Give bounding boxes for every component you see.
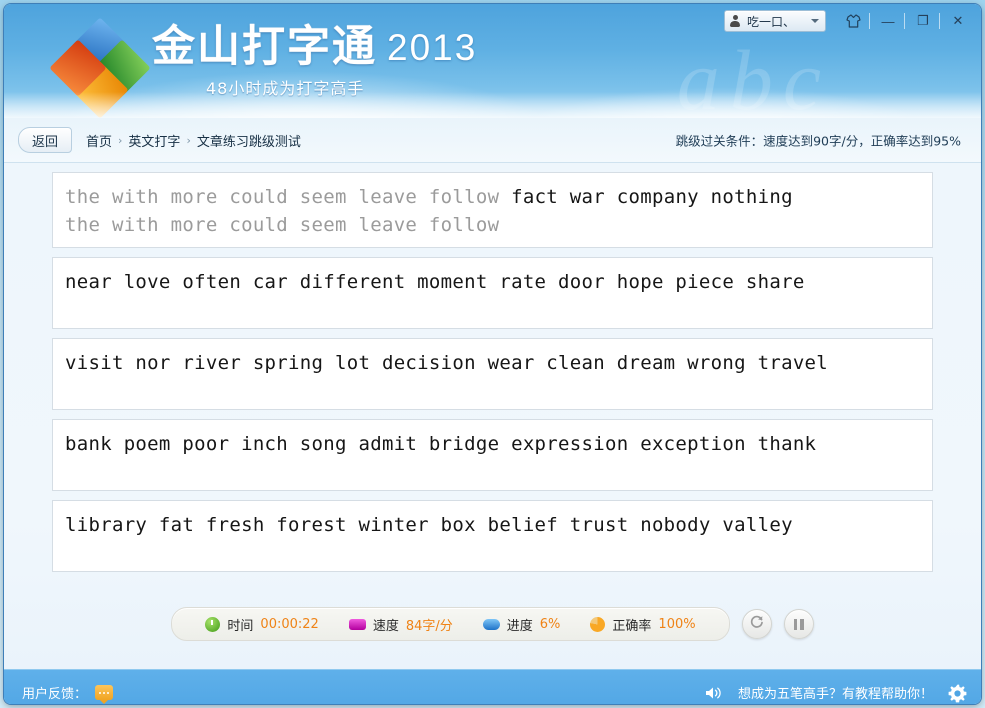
time-label: 时间 xyxy=(227,618,254,634)
breadcrumb: 首页 › 英文打字 › 文章练习跳级测试 xyxy=(86,131,301,150)
minimize-icon: — xyxy=(881,13,895,29)
untyped-text: fact war company nothing xyxy=(511,186,793,208)
user-account-dropdown[interactable]: 吃一口、 xyxy=(723,10,826,32)
maximize-icon: ❐ xyxy=(917,13,929,28)
brand-title-block: 金山打字通 2013 48小时成为打字高手 xyxy=(152,26,477,99)
app-title: 金山打字通 xyxy=(152,22,377,72)
control-divider xyxy=(869,13,870,29)
pinwheel-logo-icon xyxy=(49,17,151,118)
footer-right: 想成为五笔高手？有教程帮助你！ xyxy=(704,670,967,704)
practice-panel-5[interactable]: library fat fresh forest winter box beli… xyxy=(52,500,933,572)
time-value: 00:00:22 xyxy=(260,616,319,632)
stats-pill: 时间 00:00:22 速度 84字/分 进度 6% 正确率 100% xyxy=(171,607,730,641)
practice-panel-3[interactable]: visit nor river spring lot decision wear… xyxy=(52,338,933,410)
practice-prompt-line-1: the with more could seem leave follow fa… xyxy=(65,183,920,211)
promo-text[interactable]: 想成为五笔高手？有教程帮助你！ xyxy=(738,683,933,702)
breadcrumb-item-home[interactable]: 首页 xyxy=(86,131,112,150)
speed-label: 速度 xyxy=(372,618,399,634)
speech-bubble-icon[interactable] xyxy=(95,685,114,704)
typed-text: the with more could seem leave follow xyxy=(65,186,512,208)
untyped-text: library fat fresh forest winter box beli… xyxy=(65,514,793,536)
app-slogan: 48小时成为打字高手 xyxy=(206,79,365,98)
shirt-icon xyxy=(845,14,861,28)
restart-button[interactable] xyxy=(741,609,772,639)
back-button-label: 返回 xyxy=(31,134,58,150)
app-logo xyxy=(48,17,152,118)
stat-speed: 速度 84字/分 xyxy=(348,615,453,634)
control-divider xyxy=(904,13,905,29)
untyped-text: bank poem poor inch song admit bridge ex… xyxy=(65,433,817,455)
pass-condition-text: 跳级过关条件：速度达到90字/分，正确率达到95% xyxy=(675,133,961,149)
untyped-text: visit nor river spring lot decision wear… xyxy=(65,352,829,374)
progress-label: 进度 xyxy=(506,618,533,634)
user-name-label: 吃一口、 xyxy=(746,14,795,29)
practice-panel-2[interactable]: near love often car different moment rat… xyxy=(52,257,933,329)
speed-gauge-icon xyxy=(348,618,366,630)
practice-area: the with more could seem leave follow fa… xyxy=(4,163,981,669)
window-controls: 吃一口、 — ❐ ✕ xyxy=(723,10,971,32)
speed-value: 84字/分 xyxy=(405,618,453,634)
accuracy-value: 100% xyxy=(658,616,696,632)
practice-prompt-line-3: visit nor river spring lot decision wear… xyxy=(65,349,920,377)
app-header: abc 金山打字通 2013 48小时成为打字高手 吃一口、 — ❐ ✕ xyxy=(4,4,981,118)
breadcrumb-separator: › xyxy=(118,133,123,147)
pie-chart-icon xyxy=(590,616,606,632)
person-icon xyxy=(730,15,741,27)
skin-button[interactable] xyxy=(840,11,866,31)
stats-bar: 时间 00:00:22 速度 84字/分 进度 6% 正确率 100% xyxy=(4,607,981,641)
maximize-button[interactable]: ❐ xyxy=(910,11,936,31)
practice-prompt-line-5: library fat fresh forest winter box beli… xyxy=(65,511,920,539)
breadcrumb-separator: › xyxy=(186,133,191,147)
breadcrumb-item-article-test[interactable]: 文章练习跳级测试 xyxy=(197,131,301,150)
stat-time: 时间 00:00:22 xyxy=(205,615,319,634)
app-year: 2013 xyxy=(387,27,478,68)
practice-echo-line-1: the with more could seem leave follow xyxy=(65,214,500,236)
practice-panel-4[interactable]: bank poem poor inch song admit bridge ex… xyxy=(52,419,933,491)
progress-value: 6% xyxy=(539,616,561,632)
accuracy-label: 正确率 xyxy=(612,618,652,634)
stat-progress: 进度 6% xyxy=(482,615,561,634)
pause-icon xyxy=(793,618,804,630)
decorative-ghost-text: abc xyxy=(676,32,831,118)
breadcrumb-item-english-typing[interactable]: 英文打字 xyxy=(128,131,180,150)
practice-prompt-line-2: near love often car different moment rat… xyxy=(65,268,920,296)
close-button[interactable]: ✕ xyxy=(945,11,971,31)
practice-prompt-line-4: bank poem poor inch song admit bridge ex… xyxy=(65,430,920,458)
pause-button[interactable] xyxy=(783,609,814,639)
speaker-icon[interactable] xyxy=(704,685,724,701)
close-icon: ✕ xyxy=(952,13,964,28)
progress-bar-icon xyxy=(482,618,500,630)
footer-bar: 用户反馈： 想成为五笔高手？有教程帮助你！ xyxy=(4,669,981,704)
chevron-down-icon xyxy=(811,19,819,23)
back-button[interactable]: 返回 xyxy=(18,127,72,153)
minimize-button[interactable]: — xyxy=(875,11,901,31)
restart-icon xyxy=(749,614,765,634)
breadcrumb-bar: 返回 首页 › 英文打字 › 文章练习跳级测试 跳级过关条件：速度达到90字/分… xyxy=(4,118,981,163)
untyped-text: near love often car different moment rat… xyxy=(65,271,805,293)
practice-panel-1[interactable]: the with more could seem leave follow fa… xyxy=(52,172,933,248)
stat-accuracy: 正确率 100% xyxy=(590,615,696,634)
user-feedback[interactable]: 用户反馈： xyxy=(22,683,114,704)
feedback-label: 用户反馈： xyxy=(22,687,88,702)
clock-icon xyxy=(205,616,221,632)
control-divider xyxy=(939,13,940,29)
application-window: abc 金山打字通 2013 48小时成为打字高手 吃一口、 — ❐ ✕ 返回 … xyxy=(4,4,981,704)
gear-icon[interactable] xyxy=(947,683,967,703)
